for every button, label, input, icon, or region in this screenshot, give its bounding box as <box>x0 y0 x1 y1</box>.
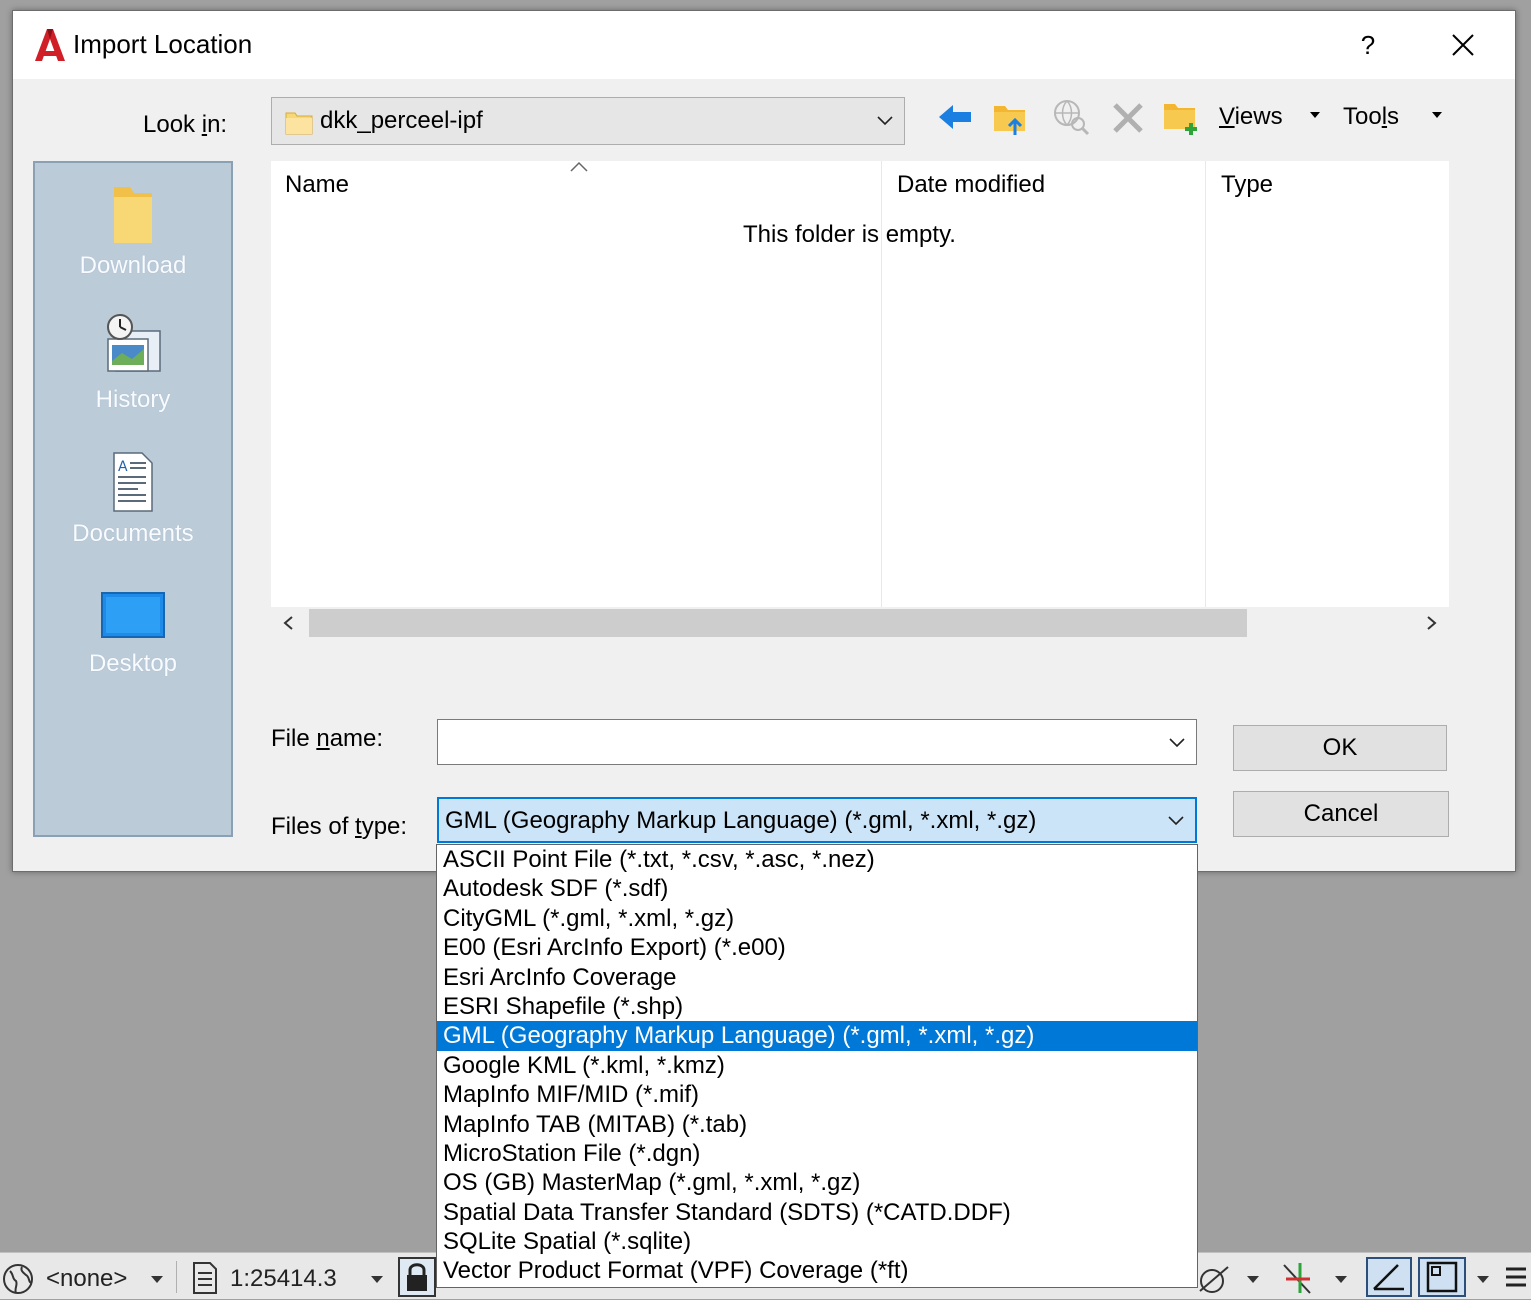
scroll-right-icon[interactable] <box>1425 615 1439 631</box>
chevron-down-icon <box>877 116 893 126</box>
file-list[interactable]: Name Date modified Type This folder is e… <box>271 161 1449 639</box>
divider <box>176 1261 177 1293</box>
file-type-option[interactable]: Esri ArcInfo Coverage <box>437 963 1197 992</box>
files-of-type-select[interactable]: GML (Geography Markup Language) (*.gml, … <box>437 797 1197 843</box>
delete-icon[interactable] <box>1111 101 1145 135</box>
dropdown-arrow-icon[interactable] <box>1476 1275 1490 1284</box>
documents-icon: A <box>113 452 153 512</box>
annotation-scale[interactable]: 1:25414.3 <box>230 1265 337 1293</box>
look-in-combo[interactable]: dkk_perceel-ipf <box>271 97 905 145</box>
file-type-option[interactable]: Vector Product Format (VPF) Coverage (*f… <box>437 1256 1197 1285</box>
file-type-option[interactable]: E00 (Esri ArcInfo Export) (*.e00) <box>437 933 1197 962</box>
scrollbar-thumb[interactable] <box>309 609 1247 637</box>
tools-dropdown-arrow-icon[interactable] <box>1431 111 1443 119</box>
dialog-title: Import Location <box>73 29 253 59</box>
import-location-dialog: Import Location ? Look in: dkk_perceel-i… <box>12 10 1516 872</box>
place-download[interactable]: Download <box>35 181 231 280</box>
column-header-date-modified[interactable]: Date modified <box>897 171 1045 199</box>
dropdown-arrow-icon[interactable] <box>1246 1275 1260 1284</box>
angle-icon <box>1373 1264 1404 1291</box>
place-desktop[interactable]: Desktop <box>35 589 231 678</box>
file-name-input[interactable] <box>437 719 1197 765</box>
ok-button[interactable]: OK <box>1233 725 1447 771</box>
dropdown-arrow-icon[interactable] <box>1334 1275 1348 1284</box>
annotation-scale-icon[interactable] <box>188 1261 220 1295</box>
close-button[interactable] <box>1437 25 1489 65</box>
close-icon <box>1452 34 1474 56</box>
file-type-option[interactable]: Google KML (*.kml, *.kmz) <box>437 1051 1197 1080</box>
isodraft-icon[interactable] <box>1196 1261 1232 1297</box>
file-type-option[interactable]: Spatial Data Transfer Standard (SDTS) (*… <box>437 1198 1197 1227</box>
desktop-icon <box>101 592 165 638</box>
place-history[interactable]: History <box>35 313 231 414</box>
place-label: History <box>95 386 171 413</box>
file-type-option[interactable]: ESRI Shapefile (*.shp) <box>437 992 1197 1021</box>
globe-icon[interactable] <box>2 1263 34 1295</box>
empty-folder-message: This folder is empty. <box>743 221 956 248</box>
lock-toggle[interactable] <box>398 1257 436 1297</box>
chevron-down-icon[interactable] <box>1167 812 1185 830</box>
autocad-logo-icon <box>35 29 65 61</box>
ortho-toggle[interactable] <box>1366 1257 1412 1297</box>
file-type-option[interactable]: SQLite Spatial (*.sqlite) <box>437 1227 1197 1256</box>
file-type-option[interactable]: MicroStation File (*.dgn) <box>437 1139 1197 1168</box>
lock-icon <box>407 1263 427 1291</box>
file-type-option-selected[interactable]: GML (Geography Markup Language) (*.gml, … <box>437 1021 1197 1051</box>
search-web-icon[interactable] <box>1051 97 1091 137</box>
viewport-icon <box>1426 1261 1458 1293</box>
folder-icon <box>285 112 313 135</box>
file-type-option[interactable]: CityGML (*.gml, *.xml, *.gz) <box>437 904 1197 933</box>
place-label: Documents <box>72 520 194 547</box>
views-menu[interactable]: Views <box>1219 103 1283 131</box>
file-type-option[interactable]: MapInfo MIF/MID (*.mif) <box>437 1080 1197 1109</box>
dropdown-arrow-icon[interactable] <box>370 1275 384 1284</box>
svg-text:A: A <box>118 459 128 475</box>
chevron-down-icon[interactable] <box>1168 734 1186 752</box>
column-header-name[interactable]: Name <box>285 171 349 199</box>
scroll-left-icon[interactable] <box>281 615 295 631</box>
new-folder-icon[interactable] <box>1161 97 1201 137</box>
file-type-option[interactable]: ASCII Point File (*.txt, *.csv, *.asc, *… <box>437 845 1197 874</box>
place-documents[interactable]: A Documents <box>35 449 231 548</box>
cancel-button[interactable]: Cancel <box>1233 791 1449 837</box>
help-button[interactable]: ? <box>1343 25 1393 65</box>
sort-ascending-icon <box>570 161 588 172</box>
horizontal-scrollbar[interactable] <box>271 607 1449 639</box>
file-name-label: File name: <box>271 725 384 752</box>
column-divider <box>1205 161 1206 607</box>
place-label: Desktop <box>88 650 178 677</box>
place-label: Download <box>79 252 187 279</box>
file-type-option[interactable]: MapInfo TAB (MITAB) (*.tab) <box>437 1110 1197 1139</box>
history-icon <box>107 314 161 372</box>
file-type-option[interactable]: Autodesk SDF (*.sdf) <box>437 874 1197 903</box>
file-type-option[interactable]: OS (GB) MasterMap (*.gml, *.xml, *.gz) <box>437 1168 1197 1197</box>
up-folder-icon[interactable] <box>991 97 1031 137</box>
hamburger-menu-icon[interactable] <box>1502 1263 1528 1291</box>
tools-menu[interactable]: Tools <box>1343 103 1399 131</box>
files-of-type-label: Files of type: <box>271 813 408 840</box>
views-dropdown-arrow-icon[interactable] <box>1309 111 1321 119</box>
column-header-type[interactable]: Type <box>1221 171 1273 199</box>
folder-icon <box>114 187 152 243</box>
dropdown-arrow-icon[interactable] <box>150 1275 164 1284</box>
files-of-type-dropdown-list[interactable]: ASCII Point File (*.txt, *.csv, *.asc, *… <box>436 844 1198 1288</box>
look-in-value: dkk_perceel-ipf <box>320 107 483 134</box>
back-arrow-icon[interactable] <box>935 99 975 135</box>
places-bar: Download History A Documents Desktop <box>33 161 233 837</box>
coordinate-system[interactable]: <none> <box>46 1265 127 1293</box>
files-of-type-value: GML (Geography Markup Language) (*.gml, … <box>445 807 1037 834</box>
snap-icon[interactable] <box>1280 1259 1316 1297</box>
look-in-label: Look in: <box>143 111 228 138</box>
viewport-toggle[interactable] <box>1418 1257 1466 1297</box>
title-bar: Import Location ? <box>13 11 1515 79</box>
